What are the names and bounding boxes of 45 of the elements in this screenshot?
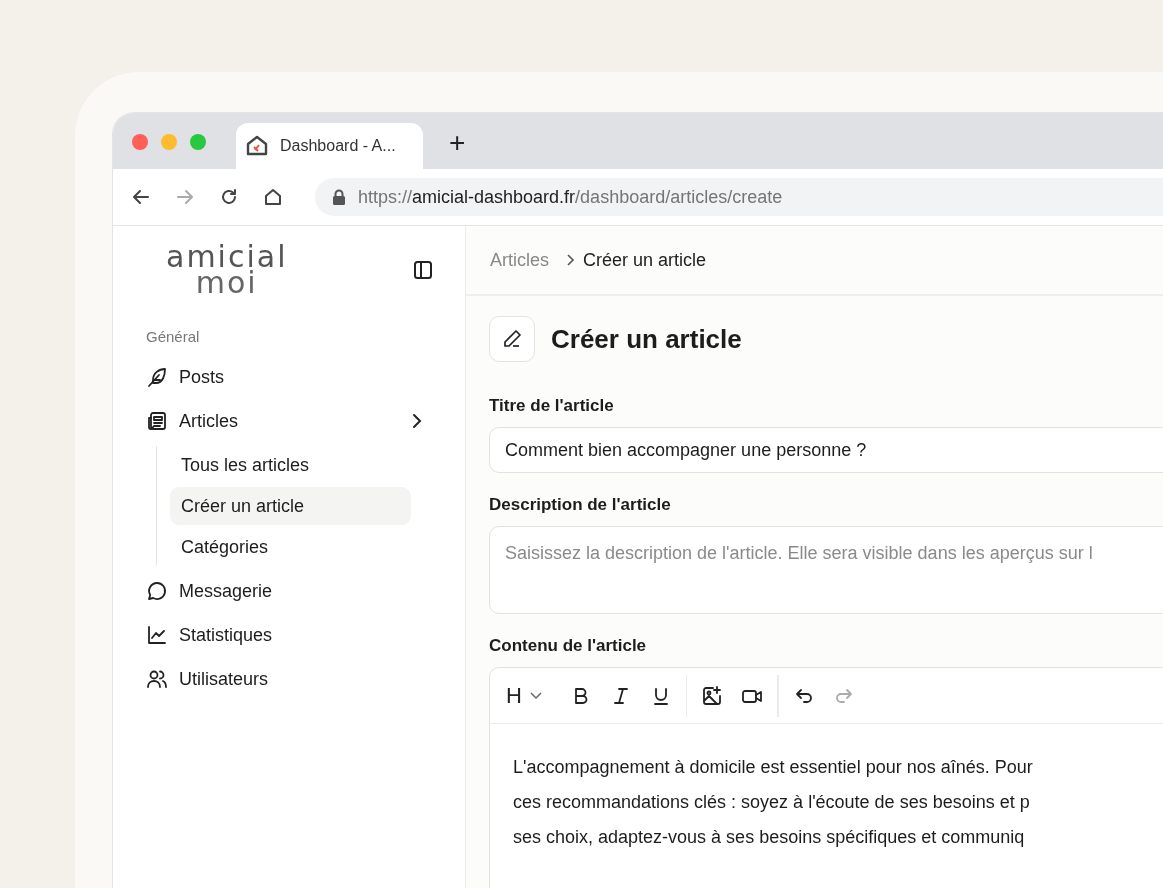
field-label: Description de l'article [489,495,672,515]
new-tab-button[interactable]: + [443,123,472,163]
article-text-line: ces recommandations clés : soyez à l'écoute de ses besoins et p [513,791,1031,814]
sidebar-subitem[interactable]: Catégories [170,528,411,566]
caret-icon [529,691,542,700]
line-chart-icon [146,624,168,646]
feather-icon [146,366,168,388]
newspaper-icon [146,410,168,432]
heading-dropdown[interactable]: H [502,678,546,713]
chevron-right-icon[interactable] [411,413,423,429]
rich-text-editor[interactable]: H L'accompagnement à domicile est essentiel pour nos aînés. Pour ces recommandations clés : soyez à l'écoute de ses besoins et p ses choix, adaptez-vous à ses besoins spécifiques et communiq [489,667,1163,888]
article-text-line: L'accompagnement à domicile est essentiel pour nos aînés. Pour [513,756,1034,779]
breadcrumb-link[interactable]: Articles [490,249,549,271]
breadcrumb-separator-icon [565,253,575,267]
address-bar[interactable]: https://amicial-dashboard.fr/dashboard/articles/create [315,178,1163,216]
pencil-icon [501,328,523,350]
breadcrumb-current: Créer un article [583,249,707,271]
house-favicon-icon [246,135,268,157]
maximize-window-dot[interactable] [190,134,206,150]
title-input-field[interactable]: Comment bien accompagner une personne ? [489,427,1163,473]
minimize-window-dot[interactable] [161,134,177,150]
close-window-dot[interactable] [132,134,148,150]
reload-icon[interactable] [219,187,239,207]
lock-icon [332,189,346,205]
field-label: Titre de l'article [489,396,615,416]
sidebar-toggle-icon[interactable] [413,260,433,280]
page-title: Créer un article [551,323,742,355]
sidebar-subitem[interactable]: Tous les articles [170,446,411,484]
sidebar-item[interactable]: Posts [146,355,433,399]
sidebar-item[interactable]: Utilisateurs [146,657,433,701]
sidebar-item[interactable]: Articles [146,399,433,443]
section-label: Général [146,328,201,345]
back-arrow-icon[interactable] [131,187,151,207]
users-icon [146,668,168,690]
sidebar-item[interactable]: Messagerie [146,569,433,613]
sidebar-subitem[interactable]: Créer un article [170,487,411,525]
field-label: Contenu de l'article [489,636,648,656]
logo: amicial moi [166,244,288,296]
home-icon[interactable] [263,187,283,207]
description-input-field[interactable]: Saisissez la description de l'article. Elle sera visible dans les aperçus sur l [489,526,1163,614]
chat-bubble-icon [146,580,168,602]
browser-tab[interactable]: Dashboard - A... [236,123,423,169]
article-text-line: ses choix, adaptez-vous à ses besoins spécifiques et communiq [513,826,1026,849]
url-text: https://amicial-dashboard.fr/dashboard/articles/create [358,186,783,208]
sidebar-item[interactable]: Statistiques [146,613,433,657]
